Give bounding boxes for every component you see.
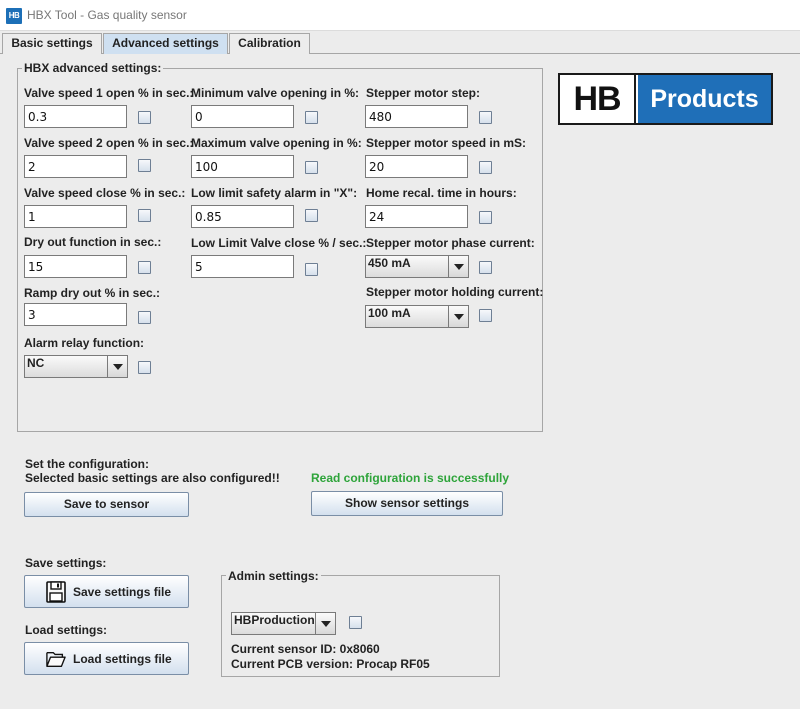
tab-advanced-settings[interactable]: Advanced settings [103,33,228,54]
chevron-down-icon[interactable] [448,256,468,277]
tab-basic-settings[interactable]: Basic settings [2,33,102,54]
home-recal-checkbox[interactable] [479,211,492,224]
low-limit-valve-close-checkbox[interactable] [305,263,318,276]
save-to-sensor-button[interactable]: Save to sensor [24,492,189,517]
chevron-down-icon[interactable] [315,613,335,634]
tab-strip: Basic settings Advanced settings Calibra… [0,31,800,54]
min-valve-opening-input[interactable] [191,105,294,128]
valve-speed-1-input[interactable] [24,105,127,128]
ramp-dry-out-checkbox[interactable] [138,311,151,324]
stepper-speed-input[interactable] [365,155,468,178]
folder-open-icon [46,651,66,667]
ramp-dry-out-label: Ramp dry out % in sec.: [24,286,161,300]
holding-current-label: Stepper motor holding current: [366,285,544,299]
logo-products-text: Products [638,75,771,123]
holding-current-value: 100 mA [368,306,411,320]
min-valve-opening-label: Minimum valve opening in %: [191,86,360,100]
admin-user-value: HBProduction [234,613,315,627]
stepper-step-input[interactable] [365,105,468,128]
config-title: Set the configuration: [25,457,149,471]
save-settings-file-label: Save settings file [73,585,172,599]
show-sensor-settings-label: Show sensor settings [344,496,470,510]
home-recal-label: Home recal. time in hours: [366,186,517,200]
low-limit-valve-close-label: Low Limit Valve close % / sec.: [191,236,367,250]
max-valve-opening-input[interactable] [191,155,294,178]
stepper-speed-label: Stepper motor speed in mS: [366,136,527,150]
home-recal-input[interactable] [365,205,468,228]
load-settings-file-button[interactable]: Load settings file [24,642,189,675]
min-valve-opening-checkbox[interactable] [305,111,318,124]
valve-speed-2-label: Valve speed 2 open % in sec.: [24,136,194,150]
low-limit-valve-close-input[interactable] [191,255,294,278]
valve-speed-1-label: Valve speed 1 open % in sec.: [24,86,194,100]
floppy-disk-icon [46,581,66,603]
valve-speed-2-input[interactable] [24,155,127,178]
alarm-relay-value: NC [27,356,45,370]
sensor-id-text: Current sensor ID: 0x8060 [231,642,380,656]
phase-current-label: Stepper motor phase current: [366,236,535,250]
alarm-relay-checkbox[interactable] [138,361,151,374]
stepper-step-label: Stepper motor step: [366,86,481,100]
low-limit-alarm-label: Low limit safety alarm in "X": [191,186,358,200]
max-valve-opening-label: Maximum valve opening in %: [191,136,362,150]
low-limit-alarm-input[interactable] [191,205,294,228]
dry-out-checkbox[interactable] [138,261,151,274]
dry-out-label: Dry out function in sec.: [24,235,162,249]
window-title: HBX Tool - Gas quality sensor [27,8,187,22]
hb-products-logo: HB Products [558,73,773,125]
pcb-version-text: Current PCB version: Procap RF05 [231,657,430,671]
phase-current-value: 450 mA [368,256,411,270]
chevron-down-icon[interactable] [448,306,468,327]
low-limit-alarm-checkbox[interactable] [305,209,318,222]
holding-current-checkbox[interactable] [479,309,492,322]
valve-speed-close-input[interactable] [24,205,127,228]
holding-current-dropdown[interactable]: 100 mA [365,305,469,328]
config-note: Selected basic settings are also configu… [25,471,280,485]
alarm-relay-dropdown[interactable]: NC [24,355,128,378]
show-sensor-settings-button[interactable]: Show sensor settings [311,491,503,516]
load-settings-label: Load settings: [25,623,108,637]
title-bar: HB HBX Tool - Gas quality sensor [0,0,800,31]
valve-speed-1-checkbox[interactable] [138,111,151,124]
logo-hb-text: HB [560,75,636,123]
ramp-dry-out-input[interactable] [24,303,127,326]
admin-legend: Admin settings: [226,569,321,583]
save-settings-label: Save settings: [25,556,107,570]
save-settings-file-button[interactable]: Save settings file [24,575,189,608]
stepper-step-checkbox[interactable] [479,111,492,124]
stepper-speed-checkbox[interactable] [479,161,492,174]
load-settings-file-label: Load settings file [73,652,172,666]
dry-out-input[interactable] [24,255,127,278]
phase-current-checkbox[interactable] [479,261,492,274]
valve-speed-close-label: Valve speed close % in sec.: [24,186,186,200]
admin-checkbox[interactable] [349,616,362,629]
max-valve-opening-checkbox[interactable] [305,161,318,174]
status-message: Read configuration is successfully [311,471,510,485]
app-icon: HB [6,8,22,24]
valve-speed-close-checkbox[interactable] [138,209,151,222]
chevron-down-icon[interactable] [107,356,127,377]
valve-speed-2-checkbox[interactable] [138,159,151,172]
panel-legend: HBX advanced settings: [22,61,164,75]
save-to-sensor-label: Save to sensor [63,497,150,511]
alarm-relay-label: Alarm relay function: [24,336,145,350]
admin-user-dropdown[interactable]: HBProduction [231,612,336,635]
phase-current-dropdown[interactable]: 450 mA [365,255,469,278]
tab-calibration[interactable]: Calibration [229,33,310,54]
